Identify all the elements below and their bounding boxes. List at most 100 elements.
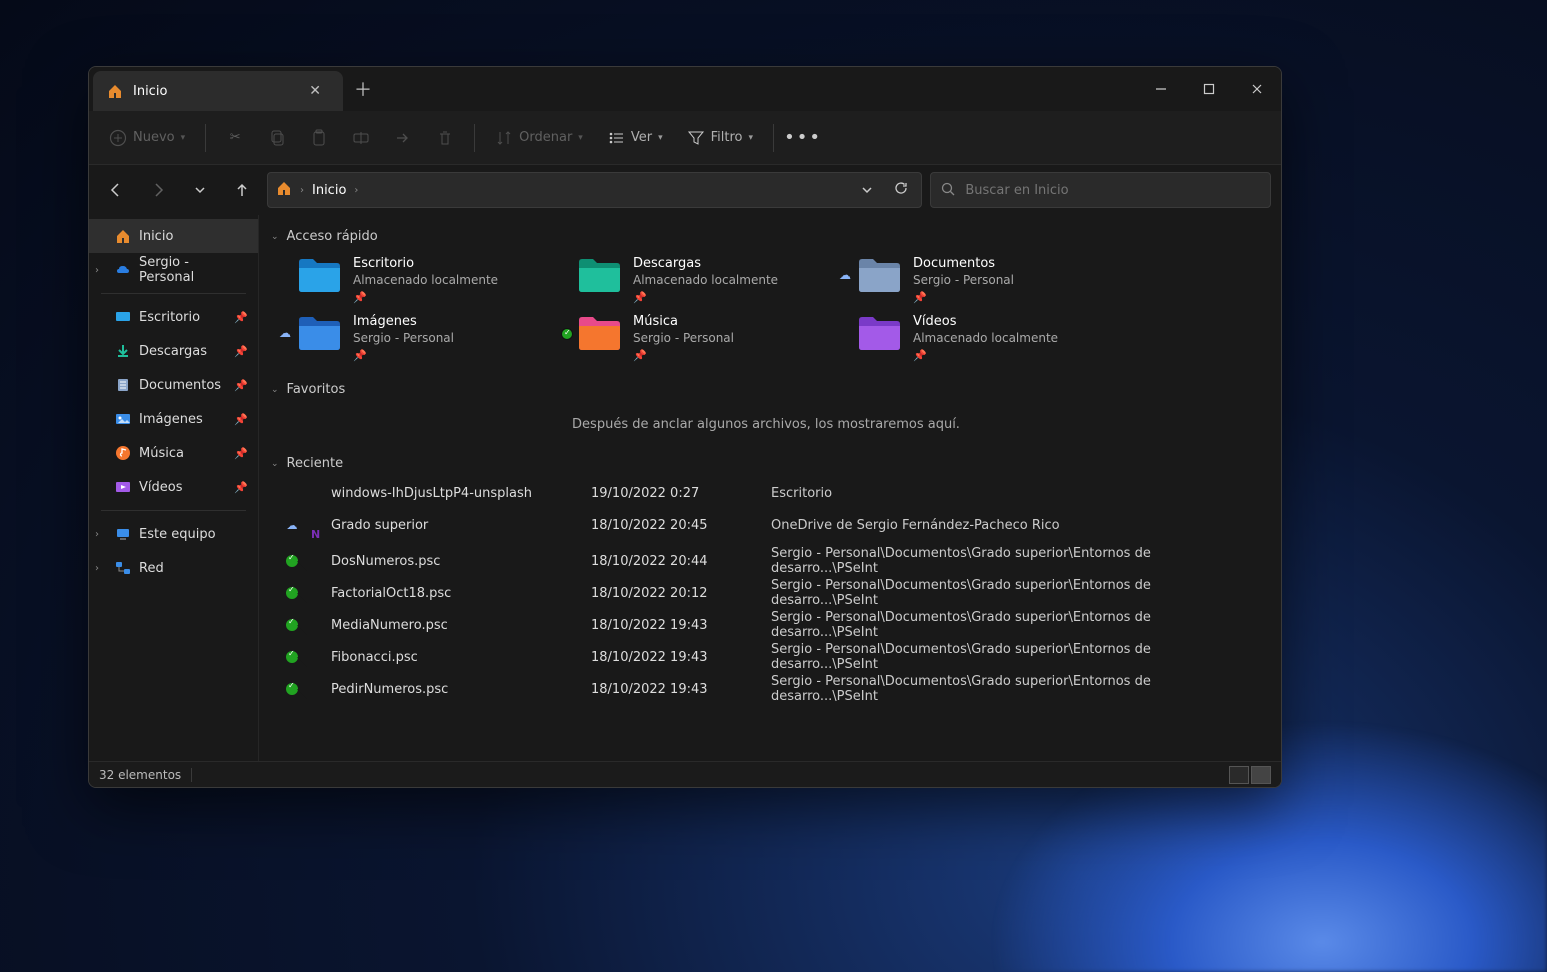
recent-item[interactable]: ☁ Grado superior 18/10/2022 20:45 OneDri… (267, 509, 1265, 541)
cut-button: ✂ (216, 123, 254, 153)
pin-icon: 📌 (353, 349, 454, 362)
file-date: 18/10/2022 20:45 (591, 518, 771, 533)
sort-button[interactable]: Ordenar ▾ (485, 123, 593, 153)
pin-icon: 📌 (234, 379, 248, 392)
quick-access-item[interactable]: Música Sergio - Personal 📌 (577, 314, 837, 362)
file-date: 18/10/2022 20:44 (591, 554, 771, 569)
trash-icon (436, 129, 454, 147)
group-quick-access[interactable]: ⌄ Acceso rápido (267, 223, 1265, 250)
chevron-right-icon[interactable]: › (95, 563, 99, 574)
folder-name: Escritorio (353, 256, 498, 271)
sidebar-item-videos[interactable]: Vídeos 📌 (89, 470, 258, 504)
address-bar[interactable]: › Inicio › (267, 172, 922, 208)
recent-item[interactable]: Fibonacci.psc 18/10/2022 19:43 Sergio - … (267, 637, 1265, 669)
share-button (384, 123, 422, 153)
sidebar-item-thispc[interactable]: › Este equipo (89, 517, 258, 551)
back-button[interactable] (99, 173, 133, 207)
pin-icon: 📌 (913, 349, 1058, 362)
forward-button[interactable] (141, 173, 175, 207)
quick-access-item[interactable]: ☁ Documentos Sergio - Personal 📌 (857, 256, 1117, 304)
titlebar[interactable]: Inicio ✕ ＋ (89, 67, 1281, 111)
group-favorites[interactable]: ⌄ Favoritos (267, 376, 1265, 403)
refresh-button[interactable] (889, 180, 913, 200)
sidebar-label: Sergio - Personal (139, 255, 248, 285)
sidebar-item-music[interactable]: Música 📌 (89, 436, 258, 470)
plus-circle-icon (109, 129, 127, 147)
item-count: 32 elementos (99, 768, 181, 782)
sidebar-item-downloads[interactable]: Descargas 📌 (89, 334, 258, 368)
recent-item[interactable]: FactorialOct18.psc 18/10/2022 20:12 Serg… (267, 573, 1265, 605)
group-recent[interactable]: ⌄ Reciente (267, 450, 1265, 477)
sidebar-label: Red (139, 561, 164, 576)
new-button[interactable]: Nuevo ▾ (99, 123, 195, 153)
group-label: Reciente (287, 456, 344, 471)
sidebar-item-desktop[interactable]: Escritorio 📌 (89, 300, 258, 334)
folder-icon (857, 314, 901, 352)
quick-access-item[interactable]: ☁ Imágenes Sergio - Personal 📌 (297, 314, 557, 362)
recent-locations-button[interactable] (183, 173, 217, 207)
minimize-button[interactable] (1137, 67, 1185, 111)
sidebar-item-home[interactable]: Inicio (89, 219, 258, 253)
quick-access-item[interactable]: Vídeos Almacenado localmente 📌 (857, 314, 1117, 362)
file-date: 18/10/2022 19:43 (591, 650, 771, 665)
file-location: OneDrive de Sergio Fernández-Pacheco Ric… (771, 518, 1261, 533)
address-dropdown[interactable] (853, 181, 881, 200)
up-button[interactable] (225, 173, 259, 207)
pin-icon: 📌 (234, 413, 248, 426)
sidebar-label: Escritorio (139, 310, 200, 325)
quick-access-item[interactable]: Escritorio Almacenado localmente 📌 (297, 256, 557, 304)
chevron-down-icon: ▾ (578, 133, 583, 143)
search-box[interactable] (930, 172, 1271, 208)
recent-item[interactable]: DosNumeros.psc 18/10/2022 20:44 Sergio -… (267, 541, 1265, 573)
rename-button (342, 123, 380, 153)
breadcrumb-current[interactable]: Inicio (312, 183, 346, 198)
details-view-button[interactable] (1229, 766, 1249, 784)
chevron-right-icon[interactable]: › (354, 185, 358, 196)
tab-inicio[interactable]: Inicio ✕ (93, 71, 343, 111)
folder-location: Almacenado localmente (913, 331, 1058, 345)
more-button[interactable]: ••• (784, 123, 822, 153)
search-icon (941, 181, 955, 200)
sidebar-label: Vídeos (139, 480, 182, 495)
file-name: Grado superior (331, 518, 591, 533)
chevron-right-icon[interactable]: › (95, 529, 99, 540)
favorites-empty-message: Después de anclar algunos archivos, los … (267, 403, 1265, 450)
sort-icon (495, 129, 513, 147)
sidebar-item-documents[interactable]: Documentos 📌 (89, 368, 258, 402)
recent-item[interactable]: PedirNumeros.psc 18/10/2022 19:43 Sergio… (267, 669, 1265, 701)
paste-button (300, 123, 338, 153)
folder-icon (577, 256, 621, 294)
quick-access-item[interactable]: Descargas Almacenado localmente 📌 (577, 256, 837, 304)
content-pane[interactable]: ⌄ Acceso rápido Escritorio Almacenado lo… (259, 215, 1281, 761)
recent-item[interactable]: MediaNumero.psc 18/10/2022 19:43 Sergio … (267, 605, 1265, 637)
view-button[interactable]: Ver ▾ (597, 123, 673, 153)
sync-status-icon (561, 328, 573, 340)
copy-icon (268, 129, 286, 147)
cloud-icon (115, 262, 131, 278)
filter-button[interactable]: Filtro ▾ (677, 123, 763, 153)
tab-close-button[interactable]: ✕ (301, 79, 329, 103)
folder-icon (297, 256, 341, 294)
file-location: Escritorio (771, 486, 1261, 501)
close-button[interactable] (1233, 67, 1281, 111)
network-icon (115, 560, 131, 576)
search-input[interactable] (965, 183, 1260, 198)
sidebar-label: Este equipo (139, 527, 216, 542)
folder-location: Sergio - Personal (913, 273, 1014, 287)
pin-icon: 📌 (633, 291, 778, 304)
computer-icon (115, 526, 131, 542)
sidebar-item-onedrive[interactable]: › Sergio - Personal (89, 253, 258, 287)
maximize-button[interactable] (1185, 67, 1233, 111)
new-tab-button[interactable]: ＋ (343, 67, 383, 111)
recent-item[interactable]: windows-IhDjusLtpP4-unsplash 19/10/2022 … (267, 477, 1265, 509)
sidebar-item-pictures[interactable]: Imágenes 📌 (89, 402, 258, 436)
cloud-status-icon: ☁ (287, 519, 298, 532)
rename-icon (352, 129, 370, 147)
chevron-right-icon[interactable]: › (95, 265, 99, 276)
home-icon (107, 83, 123, 99)
thumbnails-view-button[interactable] (1251, 766, 1271, 784)
navbar: › Inicio › (89, 165, 1281, 215)
sidebar-item-network[interactable]: › Red (89, 551, 258, 585)
chevron-right-icon: › (300, 185, 304, 196)
new-label: Nuevo (133, 130, 175, 145)
